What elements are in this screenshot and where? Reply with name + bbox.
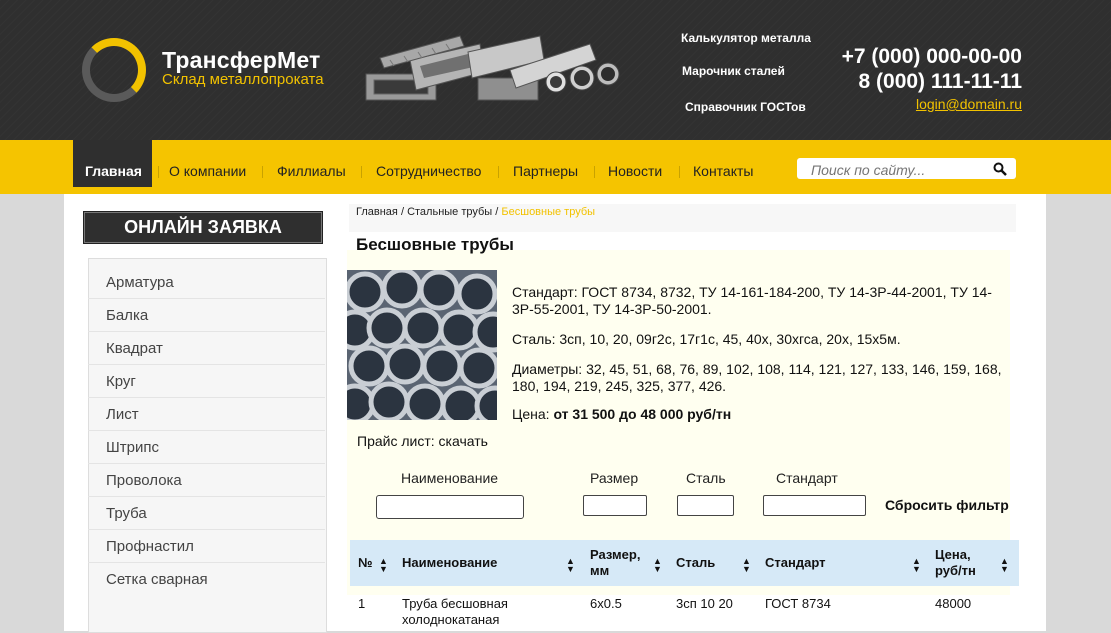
sidebar-item-beam[interactable]: Балка [88, 300, 325, 332]
product-diameters: Диаметры: 32, 45, 51, 68, 76, 89, 102, 1… [512, 361, 1002, 394]
nav-separator [498, 166, 499, 178]
product-standard: Стандарт: ГОСТ 8734, 8732, ТУ 14-161-184… [512, 284, 992, 317]
nav-item-cooperation[interactable]: Сотрудничество [376, 163, 481, 179]
table-cell-size: 6х0.5 [590, 596, 622, 611]
breadcrumb-current: Бесшовные трубы [501, 206, 596, 218]
col-header-steel[interactable]: Сталь [676, 555, 715, 571]
search-icon[interactable] [993, 162, 1007, 176]
sort-icon[interactable]: ▲ ▼ [912, 557, 921, 574]
nav-separator [679, 166, 680, 178]
nav-item-partners[interactable]: Партнеры [513, 163, 578, 179]
filter-steel-label: Сталь [686, 470, 726, 486]
logo-icon[interactable] [82, 38, 146, 102]
sidebar-item-round[interactable]: Круг [88, 366, 325, 398]
header-link-calculator[interactable]: Калькулятор металла [681, 31, 811, 45]
nav-item-home[interactable]: Главная [85, 163, 142, 179]
sidebar-item-square[interactable]: Квадрат [88, 333, 325, 365]
phone-primary[interactable]: +7 (000) 000-00-00 [820, 45, 1022, 69]
nav-separator [262, 166, 263, 178]
price-label: Цена: [512, 406, 550, 422]
sort-icon[interactable]: ▲ ▼ [653, 557, 662, 574]
sidebar-item-wire[interactable]: Проволока [88, 465, 325, 497]
filter-standard-label: Стандарт [776, 470, 838, 486]
col-header-name[interactable]: Наименование [402, 555, 497, 571]
sidebar-item-mesh[interactable]: Сетка сварная [88, 564, 325, 596]
sidebar-item-profnastil[interactable]: Профнастил [88, 531, 325, 563]
filter-standard-input[interactable] [763, 495, 866, 516]
product-price: Цена: от 31 500 до 48 000 руб/тн [512, 406, 1027, 423]
price-value: от 31 500 до 48 000 руб/тн [553, 406, 732, 422]
filter-steel-input[interactable] [677, 495, 734, 516]
table-cell-steel: 3сп 10 20 [676, 596, 733, 611]
col-header-standard[interactable]: Стандарт [765, 555, 825, 571]
pricelist-download-link[interactable]: скачать [439, 433, 488, 449]
nav-item-news[interactable]: Новости [608, 163, 662, 179]
sidebar-item-pipe[interactable]: Труба [88, 498, 325, 530]
filter-name-input[interactable] [376, 495, 524, 519]
online-order-button[interactable]: ОНЛАЙН ЗАЯВКА [84, 212, 322, 243]
nav-separator [361, 166, 362, 178]
phone-secondary[interactable]: 8 (000) 111-11-11 [820, 70, 1022, 94]
logo-title[interactable]: ТрансферМет [162, 47, 320, 74]
nav-item-contacts[interactable]: Контакты [693, 163, 753, 179]
search-input[interactable] [809, 160, 983, 179]
col-header-price[interactable]: Цена, руб/тн [935, 547, 983, 579]
filter-name-label: Наименование [401, 470, 499, 486]
pricelist-label: Прайс лист: [357, 433, 435, 449]
breadcrumb-section[interactable]: Стальные трубы [407, 206, 492, 218]
header-link-steel-grades[interactable]: Марочник сталей [682, 64, 785, 78]
table-cell-name[interactable]: Труба бесшовная холоднокатаная [402, 596, 532, 628]
page-title: Бесшовные трубы [356, 235, 514, 254]
sidebar-item-strip[interactable]: Штрипс [88, 432, 325, 464]
metal-products-image [365, 35, 620, 101]
sidebar-item-rebar[interactable]: Арматура [88, 267, 325, 299]
breadcrumb: Главная / Стальные трубы / Бесшовные тру… [349, 204, 1016, 232]
nav-separator [594, 166, 595, 178]
sort-icon[interactable]: ▲ ▼ [379, 557, 388, 574]
sort-icon[interactable]: ▲ ▼ [1000, 557, 1009, 574]
breadcrumb-home[interactable]: Главная [356, 206, 398, 218]
header-link-gost[interactable]: Справочник ГОСТов [685, 100, 806, 114]
sidebar-item-sheet[interactable]: Лист [88, 399, 325, 431]
product-steel: Сталь: 3сп, 10, 20, 09г2с, 17г1с, 45, 40… [512, 331, 901, 347]
search-box[interactable] [797, 158, 1016, 179]
table-cell-number: 1 [358, 596, 366, 611]
logo-subtitle: Склад металлопроката [162, 71, 324, 88]
col-header-number[interactable]: № [358, 555, 373, 571]
email-link[interactable]: login@domain.ru [880, 96, 1022, 112]
filter-size-label: Размер [590, 470, 639, 486]
filter-size-input[interactable] [583, 495, 647, 516]
nav-item-branches[interactable]: Филлиалы [277, 163, 346, 179]
reset-filter-button[interactable]: Сбросить фильтр [885, 497, 1009, 513]
sort-icon[interactable]: ▲ ▼ [742, 557, 751, 574]
nav-separator [158, 166, 159, 178]
sort-icon[interactable]: ▲ ▼ [566, 557, 575, 574]
table-cell-price: 48000 [935, 596, 972, 611]
table-cell-standard: ГОСТ 8734 [765, 596, 831, 611]
nav-item-about[interactable]: О компании [169, 163, 246, 179]
pricelist: Прайс лист: скачать [357, 433, 488, 449]
col-header-size[interactable]: Размер, мм [590, 547, 650, 579]
product-image [347, 270, 497, 420]
